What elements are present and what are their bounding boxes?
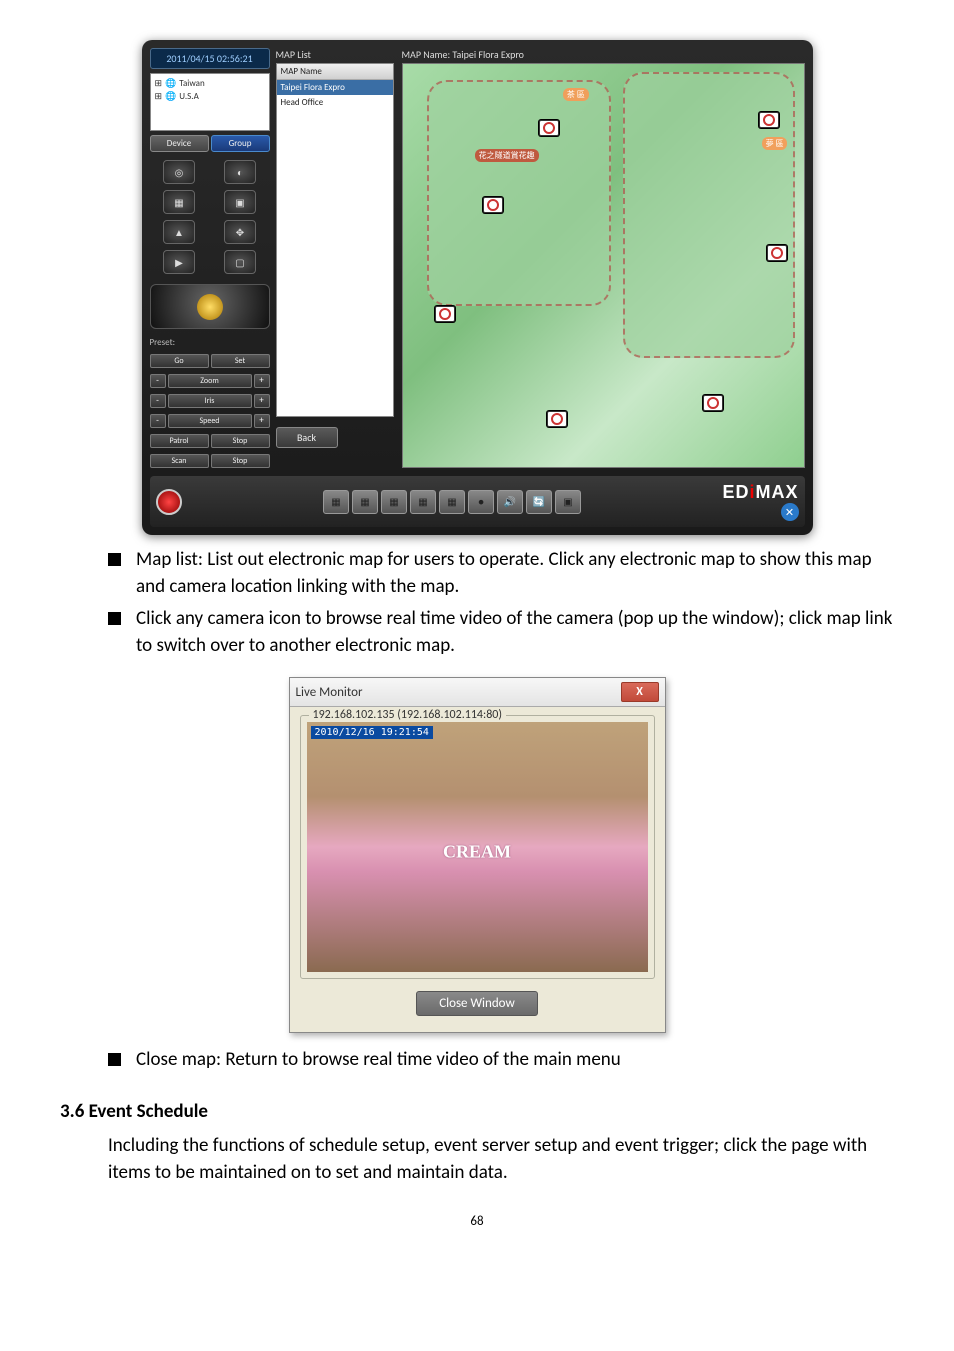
ptz-btn[interactable]: ▢ bbox=[224, 250, 256, 274]
tree-expand-icon[interactable]: ⊞ bbox=[155, 78, 163, 91]
video-timestamp: 2010/12/16 19:21:54 bbox=[311, 726, 433, 739]
ptz-btn[interactable]: ✥ bbox=[224, 220, 256, 244]
set-button[interactable]: Set bbox=[211, 354, 270, 368]
iris-button[interactable]: Iris bbox=[168, 394, 252, 408]
bullet-list-1: Map list: List out electronic map for us… bbox=[60, 547, 894, 659]
section-heading: 3.6 Event Schedule bbox=[60, 1100, 894, 1123]
ptz-btn[interactable]: ▣ bbox=[224, 190, 256, 214]
live-title: Live Monitor bbox=[296, 685, 363, 700]
globe-icon: 🌐 bbox=[165, 91, 176, 104]
live-monitor-window: Live Monitor X 192.168.102.135 (192.168.… bbox=[289, 677, 666, 1033]
bullet-list-2: Close map: Return to browse real time vi… bbox=[60, 1047, 894, 1074]
tree-expand-icon[interactable]: ⊞ bbox=[155, 91, 163, 104]
map-list-panel: MAP List MAP Name Taipei Flora Expro Hea… bbox=[276, 48, 394, 468]
layout-button[interactable]: ▦ bbox=[410, 490, 436, 514]
bottom-toolbar: ▦ ▦ ▦ ▦ ▦ ● 🔊 🔄 ▣ EDiMAX ✕ bbox=[150, 476, 805, 527]
ptz-controls: ◎ ◐ ▦ ▣ ▲ ✥ ▶ ▢ bbox=[150, 156, 270, 278]
preset-label: Preset: bbox=[150, 337, 270, 348]
ptz-btn[interactable]: ▶ bbox=[163, 250, 195, 274]
brand-logo: EDiMAX bbox=[722, 482, 798, 503]
camera-icon[interactable] bbox=[435, 306, 455, 322]
stop-button[interactable]: Stop bbox=[211, 434, 270, 448]
ptz-btn[interactable]: ◐ bbox=[224, 160, 256, 184]
zoom-button[interactable]: Zoom bbox=[168, 374, 252, 388]
toolbar-button[interactable]: 🔊 bbox=[497, 490, 523, 514]
minus-button[interactable]: - bbox=[150, 394, 166, 408]
globe-icon: 🌐 bbox=[165, 78, 176, 91]
live-titlebar: Live Monitor X bbox=[290, 678, 665, 707]
toolbar-button[interactable]: ▣ bbox=[555, 490, 581, 514]
tab-device[interactable]: Device bbox=[150, 135, 209, 152]
live-legend: 192.168.102.135 (192.168.102.114:80) bbox=[309, 708, 507, 722]
ptz-btn[interactable]: ◎ bbox=[163, 160, 195, 184]
scan-button[interactable]: Scan bbox=[150, 454, 209, 468]
record-indicator-icon bbox=[156, 489, 182, 515]
map-canvas[interactable]: 茶 區 夢 區 花之隧道賞花趣 bbox=[402, 63, 805, 468]
ptz-joystick[interactable] bbox=[150, 284, 270, 329]
map-badge: 夢 區 bbox=[762, 137, 788, 150]
camera-icon[interactable] bbox=[539, 120, 559, 136]
toolbar-button[interactable]: 🔄 bbox=[526, 490, 552, 514]
timestamp: 2011/04/15 02:56:21 bbox=[150, 48, 270, 69]
maplist-item[interactable]: Head Office bbox=[277, 95, 393, 110]
tree-item-taiwan[interactable]: Taiwan bbox=[179, 78, 204, 91]
minus-button[interactable]: - bbox=[150, 374, 166, 388]
left-panel: 2011/04/15 02:56:21 ⊞ 🌐 Taiwan ⊞ 🌐 U.S.A… bbox=[150, 48, 270, 468]
mapname-label: MAP Name: Taipei Flora Expro bbox=[402, 48, 805, 61]
maplist-title: MAP List bbox=[276, 48, 394, 61]
layout-button[interactable]: ▦ bbox=[323, 490, 349, 514]
tab-group[interactable]: Group bbox=[211, 135, 270, 152]
video-overlay-text: CREAM bbox=[443, 842, 511, 863]
camera-icon[interactable] bbox=[759, 112, 779, 128]
window-close-button[interactable]: X bbox=[621, 682, 659, 702]
ptz-btn[interactable]: ▲ bbox=[163, 220, 195, 244]
map-panel: MAP Name: Taipei Flora Expro 茶 區 夢 區 花之隧… bbox=[402, 48, 805, 468]
back-button[interactable]: Back bbox=[276, 427, 338, 448]
map-badge: 花之隧道賞花趣 bbox=[475, 149, 539, 162]
stop-button[interactable]: Stop bbox=[211, 454, 270, 468]
device-tree[interactable]: ⊞ 🌐 Taiwan ⊞ 🌐 U.S.A bbox=[150, 73, 270, 131]
camera-icon[interactable] bbox=[483, 197, 503, 213]
close-window-button[interactable]: Close Window bbox=[416, 991, 538, 1016]
bullet-item: Close map: Return to browse real time vi… bbox=[108, 1047, 894, 1074]
page-number: 68 bbox=[60, 1214, 894, 1229]
camera-icon[interactable] bbox=[547, 411, 567, 427]
map-badge: 茶 區 bbox=[563, 88, 589, 101]
plus-button[interactable]: + bbox=[254, 414, 270, 428]
maplist-header: MAP Name bbox=[277, 64, 393, 80]
tree-item-usa[interactable]: U.S.A bbox=[179, 91, 199, 104]
live-groupbox: 192.168.102.135 (192.168.102.114:80) 201… bbox=[300, 715, 655, 979]
speed-button[interactable]: Speed bbox=[168, 414, 252, 428]
app-window: 2011/04/15 02:56:21 ⊞ 🌐 Taiwan ⊞ 🌐 U.S.A… bbox=[142, 40, 813, 535]
layout-button[interactable]: ▦ bbox=[439, 490, 465, 514]
patrol-button[interactable]: Patrol bbox=[150, 434, 209, 448]
camera-icon[interactable] bbox=[767, 245, 787, 261]
plus-button[interactable]: + bbox=[254, 374, 270, 388]
ptz-btn[interactable]: ▦ bbox=[163, 190, 195, 214]
camera-icon[interactable] bbox=[703, 395, 723, 411]
toolbar-button[interactable]: ● bbox=[468, 490, 494, 514]
live-video: 2010/12/16 19:21:54 CREAM bbox=[307, 722, 648, 972]
maplist-item-selected[interactable]: Taipei Flora Expro bbox=[277, 80, 393, 95]
minus-button[interactable]: - bbox=[150, 414, 166, 428]
bullet-item: Click any camera icon to browse real tim… bbox=[108, 606, 894, 659]
plus-button[interactable]: + bbox=[254, 394, 270, 408]
layout-button[interactable]: ▦ bbox=[381, 490, 407, 514]
body-paragraph: Including the functions of schedule setu… bbox=[60, 1133, 894, 1186]
layout-button[interactable]: ▦ bbox=[352, 490, 378, 514]
go-button[interactable]: Go bbox=[150, 354, 209, 368]
close-icon[interactable]: ✕ bbox=[781, 503, 799, 521]
bullet-item: Map list: List out electronic map for us… bbox=[108, 547, 894, 600]
maplist-box[interactable]: MAP Name Taipei Flora Expro Head Office bbox=[276, 63, 394, 417]
